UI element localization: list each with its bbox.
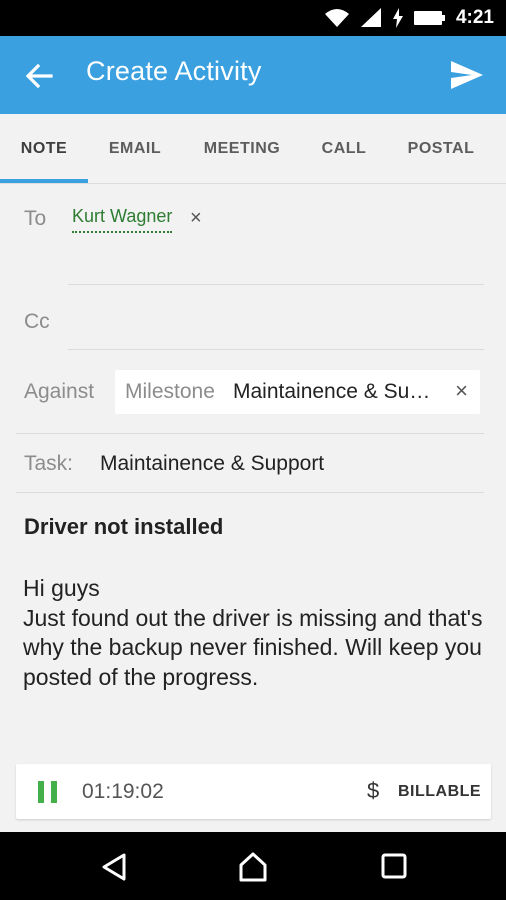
body-field[interactable]: Hi guys Just found out the driver is mis… xyxy=(23,574,493,692)
cc-input[interactable] xyxy=(68,349,484,350)
to-field-divider xyxy=(68,284,484,285)
app-bar: Create Activity xyxy=(0,36,506,114)
tab-postal[interactable]: POSTAL xyxy=(398,114,484,183)
subject-field[interactable]: Driver not installed xyxy=(24,514,223,540)
wifi-icon xyxy=(324,9,349,27)
battery-icon xyxy=(413,11,445,25)
dollar-icon[interactable]: $ xyxy=(367,778,379,804)
task-value[interactable]: Maintainence & Support xyxy=(100,452,324,476)
status-bar: 4:21 xyxy=(0,0,506,36)
against-field[interactable]: Milestone Maintainence & Su… × xyxy=(115,370,480,414)
recents-icon[interactable] xyxy=(381,853,407,879)
remove-recipient-icon[interactable]: × xyxy=(190,207,202,230)
activity-type-tabs: NOTE EMAIL MEETING CALL POSTAL xyxy=(0,114,506,184)
tab-meeting[interactable]: MEETING xyxy=(190,114,294,183)
cc-label: Cc xyxy=(24,310,50,333)
home-icon[interactable] xyxy=(237,851,269,883)
timer-elapsed: 01:19:02 xyxy=(82,780,164,803)
against-divider xyxy=(16,433,484,434)
against-value: Maintainence & Su… xyxy=(233,380,431,403)
send-icon[interactable] xyxy=(450,60,484,90)
tab-email[interactable]: EMAIL xyxy=(92,114,178,183)
back-triangle-icon[interactable] xyxy=(100,852,128,882)
timer-bar: 01:19:02 $ BILLABLE xyxy=(16,764,491,819)
recipient-chip[interactable]: Kurt Wagner xyxy=(72,206,173,233)
arrow-back-icon[interactable] xyxy=(24,61,54,91)
against-label: Against xyxy=(24,380,95,403)
tab-note[interactable]: NOTE xyxy=(0,114,88,183)
billable-toggle[interactable]: BILLABLE xyxy=(398,783,481,801)
charging-icon xyxy=(392,8,403,28)
against-type: Milestone xyxy=(125,380,215,403)
to-label: To xyxy=(24,207,47,230)
clear-against-icon[interactable]: × xyxy=(455,378,468,404)
system-nav-bar xyxy=(0,832,506,900)
signal-icon xyxy=(360,8,381,27)
status-time: 4:21 xyxy=(455,7,494,28)
tab-call[interactable]: CALL xyxy=(310,114,378,183)
task-label: Task: xyxy=(24,452,74,475)
status-icons: 4:21 xyxy=(324,6,494,30)
task-divider xyxy=(16,492,484,493)
pause-icon[interactable] xyxy=(38,781,60,803)
page-title: Create Activity xyxy=(86,56,262,86)
tab-indicator xyxy=(0,179,88,183)
